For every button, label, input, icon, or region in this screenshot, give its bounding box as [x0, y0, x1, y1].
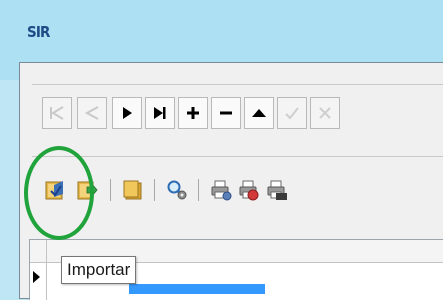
- export-button[interactable]: [74, 177, 100, 203]
- print-settings-button[interactable]: [208, 177, 234, 203]
- record-navigator: [32, 84, 443, 129]
- post-record-button[interactable]: [277, 97, 307, 129]
- import-tooltip: Importar: [61, 256, 137, 284]
- print-pdf-button[interactable]: [236, 177, 262, 203]
- minus-icon: [220, 111, 232, 115]
- main-toolbar: [32, 175, 443, 225]
- printer-gear-icon: [211, 180, 232, 201]
- printer-pdf-icon: [239, 180, 259, 201]
- import-icon: [45, 181, 63, 200]
- import-button[interactable]: [42, 177, 68, 203]
- edit-record-button[interactable]: [244, 97, 274, 129]
- prior-record-button[interactable]: [77, 97, 107, 129]
- folder-button[interactable]: [120, 177, 146, 203]
- check-icon: [285, 107, 299, 120]
- next-icon: [123, 107, 132, 119]
- selected-grid-cell[interactable]: [129, 284, 265, 294]
- toolbar-separator: [154, 179, 155, 201]
- grid-indicator-column: [46, 240, 47, 300]
- printer-txt-icon: [267, 180, 287, 200]
- row-pointer-icon: [33, 271, 40, 283]
- search-settings-button[interactable]: [164, 177, 190, 203]
- insert-record-button[interactable]: [178, 97, 208, 129]
- cancel-record-button[interactable]: [310, 97, 340, 129]
- last-icon: [154, 107, 166, 119]
- plus-icon: [187, 107, 199, 119]
- first-icon: [50, 106, 64, 120]
- delete-record-button[interactable]: [211, 97, 241, 129]
- folder-icon: [123, 180, 142, 200]
- app-logo: SIR: [27, 23, 50, 41]
- toolbar-separator: [110, 179, 111, 201]
- toolbar-separator: [198, 179, 199, 201]
- last-record-button[interactable]: [145, 97, 175, 129]
- print-txt-button[interactable]: [264, 177, 290, 203]
- toolbar-divider: [32, 156, 443, 157]
- export-icon: [77, 181, 98, 200]
- cancel-x-icon: [319, 107, 331, 119]
- up-triangle-icon: [252, 109, 266, 117]
- first-record-button[interactable]: [42, 97, 72, 129]
- prior-icon: [84, 106, 99, 120]
- next-record-button[interactable]: [112, 97, 142, 129]
- magnifier-gear-icon: [167, 180, 187, 200]
